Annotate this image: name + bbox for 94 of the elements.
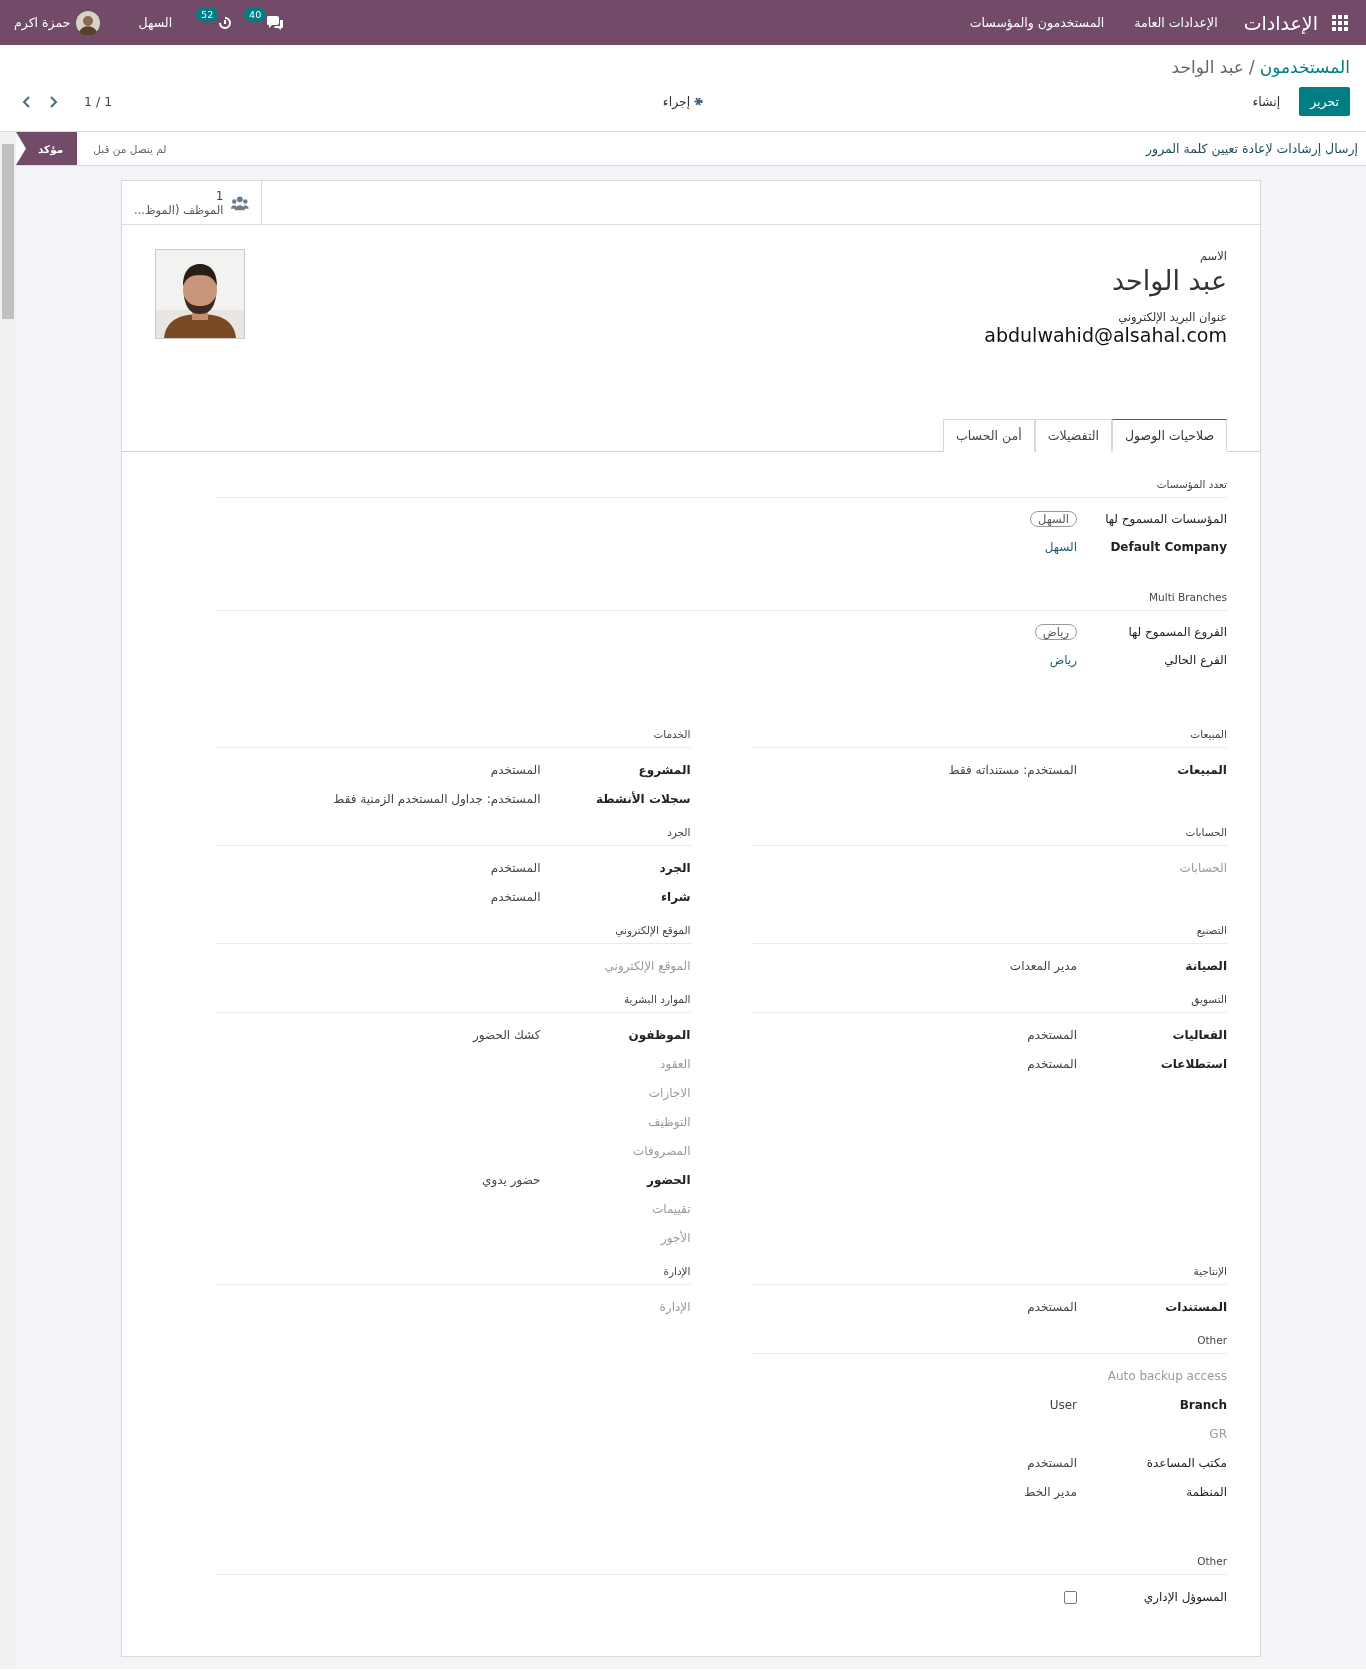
- field-value: المستخدم: [1027, 1299, 1077, 1314]
- edit-button[interactable]: تحرير: [1299, 87, 1350, 116]
- field-label: الفرع الحالي: [1163, 653, 1227, 667]
- field-value: User: [1049, 1397, 1077, 1412]
- avatar-icon: [76, 10, 101, 35]
- field-label: عنوان البريد الإلكتروني: [1117, 310, 1227, 324]
- checkbox[interactable]: [1064, 1590, 1077, 1604]
- field-label: المشروع: [637, 762, 691, 777]
- field-value: المستخدم: جداول المستخدم الزمنية فقط: [333, 791, 541, 806]
- group-heading: Other: [751, 1334, 1227, 1354]
- group-heading: الإدارة: [215, 1265, 691, 1285]
- action-menu-button[interactable]: إجراء: [656, 93, 710, 110]
- field-label: المبيعات: [1176, 762, 1227, 777]
- group-heading: الخدمات: [215, 728, 691, 748]
- pager-counter[interactable]: 1 / 1: [84, 94, 113, 109]
- field-label: مكتب المساعدة: [1145, 1455, 1227, 1470]
- field-label: الإدارة: [658, 1299, 691, 1314]
- field-label: تقييمات: [650, 1201, 691, 1216]
- field-label: التوظيف: [647, 1114, 691, 1129]
- field-label: سجلات الأنشطة: [594, 791, 691, 806]
- tab[interactable]: صلاحيات الوصول: [1112, 419, 1227, 452]
- message-count-badge: 40: [244, 6, 267, 22]
- field-value: المستخدم: [1027, 1455, 1077, 1470]
- reset-password-button[interactable]: إرسال إرشادات لإعادة تعيين كلمة المرور: [1146, 141, 1358, 156]
- menu-item[interactable]: الإعدادات العامة: [1134, 15, 1218, 30]
- scrollbar[interactable]: [0, 132, 16, 1669]
- user-menu[interactable]: حمزة اكرم: [14, 10, 101, 35]
- field-link[interactable]: السهل: [1044, 540, 1077, 554]
- field-value: المستخدم: [490, 860, 541, 875]
- tab[interactable]: التفضيلات: [1034, 419, 1112, 452]
- apps-grid-icon: [1332, 14, 1348, 31]
- group-heading: الموارد البشرية: [215, 993, 691, 1013]
- field-label: المنظمة: [1185, 1484, 1227, 1499]
- field-label: الأجور: [659, 1230, 691, 1245]
- field-value: مدير الخط: [1024, 1484, 1077, 1499]
- field-label: Auto backup access: [1106, 1368, 1227, 1383]
- clock-icon: [218, 14, 233, 31]
- field-label: الصيانة: [1184, 958, 1227, 973]
- field-label: GR: [1208, 1426, 1227, 1441]
- app-title[interactable]: الإعدادات: [1243, 11, 1318, 34]
- group-heading: الجرد: [215, 826, 691, 846]
- tab[interactable]: أمن الحساب: [943, 419, 1035, 452]
- field-label: الحضور: [645, 1172, 691, 1187]
- group-heading: المبيعات: [751, 728, 1227, 748]
- field-label: الاسم: [1198, 249, 1227, 263]
- group-heading: التسويق: [751, 993, 1227, 1013]
- menu-item[interactable]: المستخدمون والمؤسسات: [969, 15, 1105, 30]
- activity-count-badge: 52: [196, 6, 219, 22]
- field-label: Branch: [1178, 1397, 1227, 1412]
- field-value: كشك الحضور: [473, 1027, 541, 1042]
- chevron-left-icon: [22, 95, 31, 108]
- group-heading: الإنتاجية: [751, 1265, 1227, 1285]
- field-label: الحسابات: [1178, 860, 1227, 875]
- chevron-right-icon: [49, 95, 58, 108]
- field-label: الجرد: [658, 860, 691, 875]
- field-value: المستخدم: [490, 762, 541, 777]
- field-value: المستخدم: [1027, 1027, 1077, 1042]
- email-value: abdulwahid@alsahal.com: [984, 324, 1227, 346]
- user-name-title: عبد الواحد: [1110, 265, 1227, 296]
- group-heading: تعدد المؤسسات: [215, 478, 1227, 498]
- chat-icon: [266, 14, 285, 31]
- field-label: المسوؤل الإداري: [1142, 1589, 1227, 1604]
- group-heading: الحسابات: [751, 826, 1227, 846]
- status-step: لم يتصل من قبل: [77, 132, 183, 165]
- field-value: حضور يدوي: [482, 1172, 541, 1187]
- field-value: المستخدم: [490, 889, 541, 904]
- group-heading: Other: [215, 1555, 1227, 1575]
- field-label: الاجازات: [647, 1085, 691, 1100]
- field-label: شراء: [660, 889, 691, 904]
- field-label: Default Company: [1109, 540, 1227, 554]
- field-label: الموظفون: [627, 1027, 691, 1042]
- field-value: المستخدم: [1027, 1056, 1077, 1071]
- field-label: الفروع المسموح لها: [1127, 625, 1227, 639]
- breadcrumb-separator: /: [1248, 57, 1255, 77]
- field-value: مدير المعدات: [1009, 958, 1077, 973]
- field-label: المصروفات: [632, 1143, 691, 1158]
- field-label: العقود: [659, 1056, 691, 1071]
- field-label: استطلاعات: [1159, 1056, 1227, 1071]
- field-label: المؤسسات المسموح لها: [1104, 512, 1227, 526]
- group-heading: التصنيع: [751, 924, 1227, 944]
- scrollbar-thumb[interactable]: [2, 144, 14, 319]
- field-link[interactable]: رياض: [1049, 653, 1077, 667]
- company-switcher[interactable]: السهل: [138, 15, 173, 30]
- gear-icon: [694, 97, 704, 106]
- status-step: مؤكد: [16, 132, 78, 165]
- group-heading: الموقع الإلكتروني: [215, 924, 691, 944]
- breadcrumb-link[interactable]: المستخدمون: [1259, 57, 1350, 77]
- breadcrumb-current: عبد الواحد: [1171, 57, 1244, 77]
- field-value: المستخدم: مستنداته فقط: [948, 762, 1077, 777]
- field-label: الفعاليات: [1171, 1027, 1227, 1042]
- group-heading: Multi Branches: [215, 591, 1227, 611]
- field-label: المستندات: [1164, 1299, 1227, 1314]
- create-button[interactable]: إنشاء: [1241, 87, 1292, 116]
- field-label: الموقع الإلكتروني: [603, 958, 691, 973]
